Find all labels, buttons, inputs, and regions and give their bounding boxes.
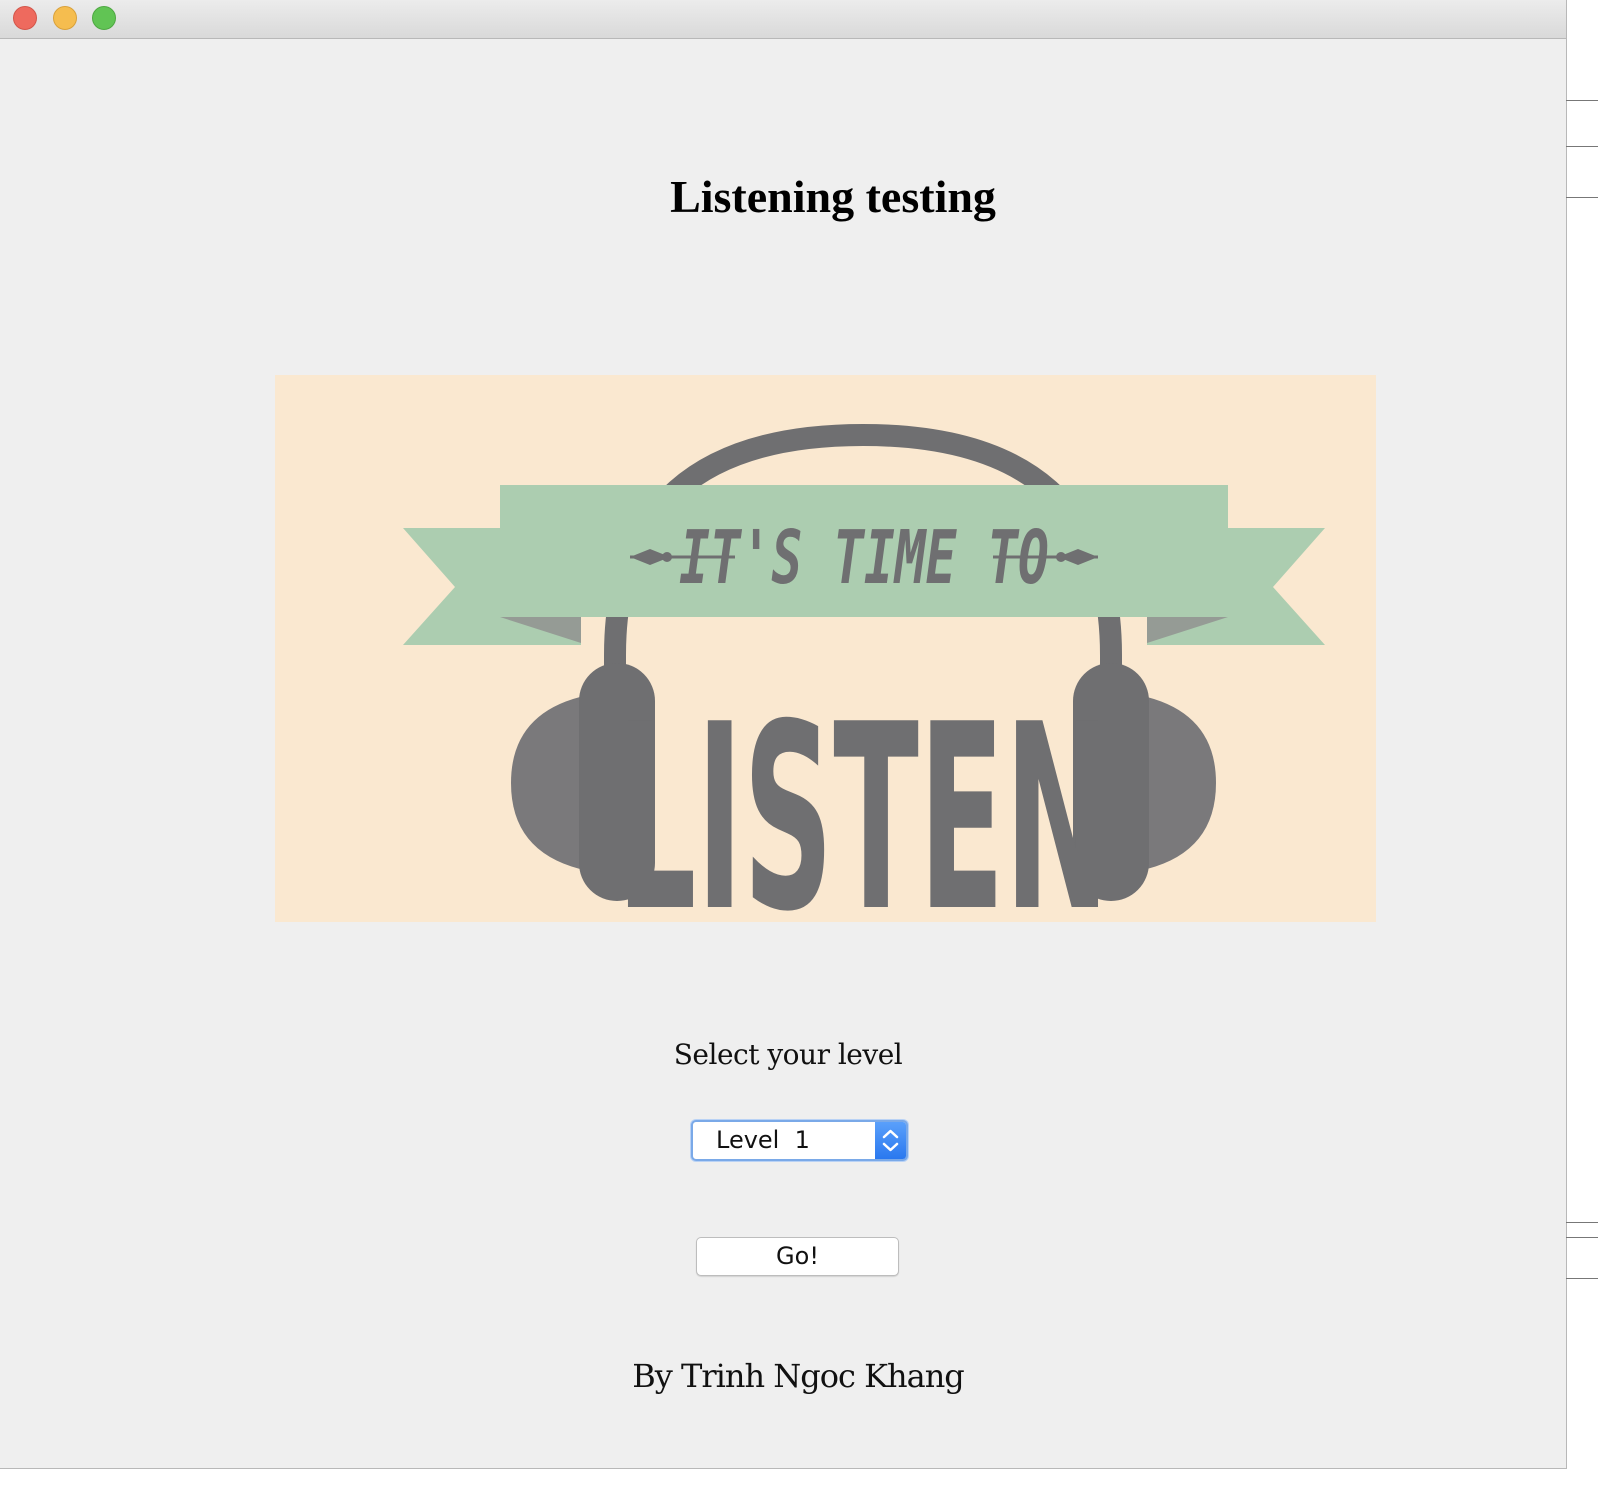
- edge-divider: [1566, 146, 1598, 147]
- author-credit: By Trinh Ngoc Khang: [632, 1357, 965, 1395]
- level-select-value: Level 1: [716, 1126, 810, 1154]
- edge-divider: [1566, 1222, 1598, 1223]
- banner-tagline: IT'S TIME TO: [679, 515, 1049, 601]
- edge-divider: [1566, 197, 1598, 198]
- go-button[interactable]: Go!: [696, 1237, 899, 1276]
- minimize-window-button[interactable]: [53, 6, 77, 30]
- edge-divider: [1566, 100, 1598, 101]
- close-window-button[interactable]: [13, 6, 37, 30]
- edge-divider: [1566, 1237, 1598, 1238]
- select-level-label: Select your level: [673, 1038, 903, 1071]
- level-select[interactable]: Level 1: [691, 1120, 908, 1161]
- banner-headline: LISTEN: [616, 670, 1109, 922]
- up-down-chevron-icon[interactable]: [875, 1122, 906, 1159]
- listen-banner-image: IT'S TIME TO LISTEN: [275, 375, 1376, 922]
- title-bar[interactable]: [0, 0, 1566, 39]
- page-title: Listening testing: [670, 171, 996, 222]
- app-window: Listening testing IT'S TIME TO LISTEN Se…: [0, 0, 1567, 1469]
- zoom-window-button[interactable]: [92, 6, 116, 30]
- edge-divider: [1566, 1278, 1598, 1279]
